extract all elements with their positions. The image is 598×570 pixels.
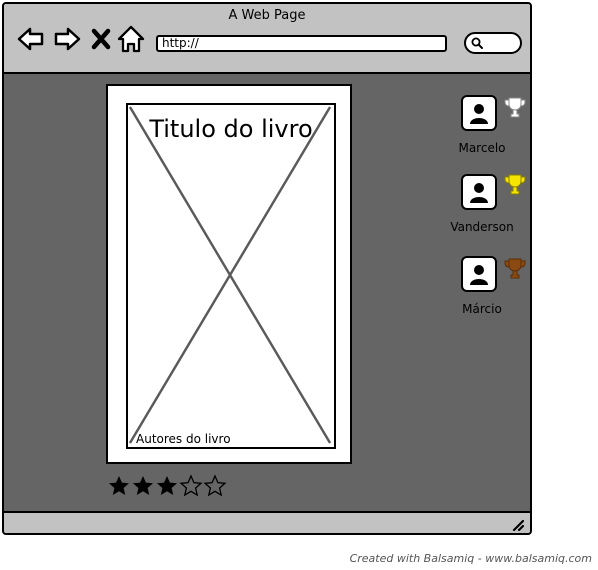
- close-icon[interactable]: [90, 24, 112, 54]
- star-rating[interactable]: [107, 474, 227, 498]
- forward-arrow-icon[interactable]: [52, 24, 82, 54]
- browser-toolbar: A Web Page http://: [4, 4, 530, 74]
- user-name: Márcio: [462, 302, 502, 316]
- back-arrow-icon[interactable]: [16, 24, 46, 54]
- book-authors: Autores do livro: [136, 432, 231, 446]
- star-empty-icon[interactable]: [203, 474, 227, 498]
- status-bar: [4, 511, 530, 533]
- user-icon: [470, 265, 488, 285]
- search-icon: [471, 37, 483, 49]
- user-name: Marcelo: [458, 141, 506, 155]
- star-empty-icon[interactable]: [179, 474, 203, 498]
- user-icon: [470, 104, 488, 124]
- trophy-icon: [503, 257, 527, 281]
- avatar[interactable]: [461, 174, 497, 210]
- avatar[interactable]: [461, 95, 497, 131]
- avatar[interactable]: [461, 256, 497, 292]
- star-filled-icon[interactable]: [131, 474, 155, 498]
- book-cover-image[interactable]: Titulo do livro Autores do livro: [126, 103, 336, 449]
- star-filled-icon[interactable]: [155, 474, 179, 498]
- home-icon[interactable]: [116, 24, 146, 54]
- url-input[interactable]: http://: [156, 35, 447, 52]
- user-icon: [470, 183, 488, 203]
- user-name: Vanderson: [450, 220, 514, 234]
- resize-handle-icon[interactable]: [510, 516, 525, 532]
- trophy-icon: [503, 96, 527, 120]
- search-input[interactable]: [464, 32, 522, 54]
- star-filled-icon[interactable]: [107, 474, 131, 498]
- image-placeholder-icon: [128, 106, 332, 444]
- window-title: A Web Page: [228, 8, 306, 23]
- book-title: Titulo do livro: [149, 115, 313, 143]
- trophy-icon: [503, 173, 527, 197]
- balsamiq-credit: Created with Balsamiq - www.balsamiq.com: [349, 552, 592, 565]
